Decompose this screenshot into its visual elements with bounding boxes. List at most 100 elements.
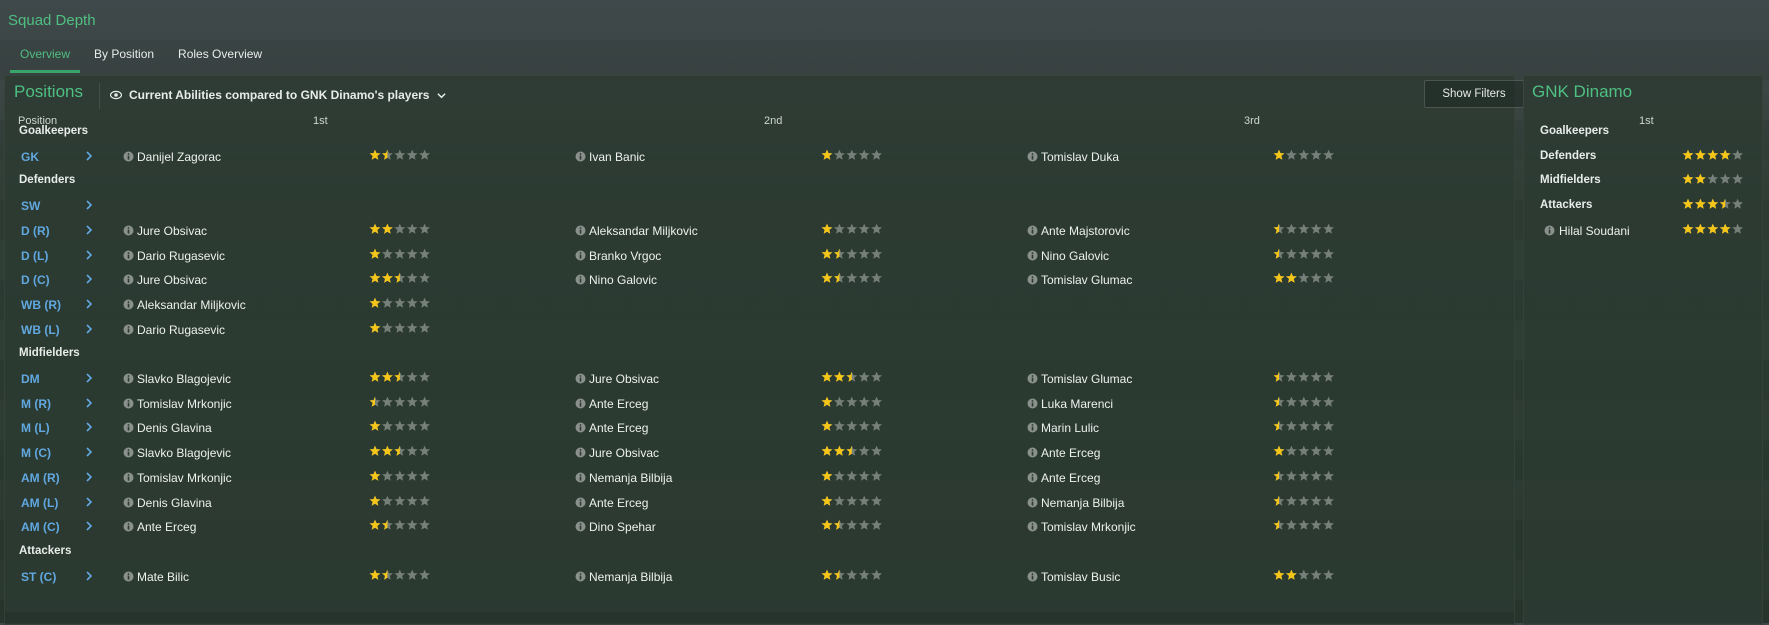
position-link[interactable]: AM (R) [21, 471, 60, 485]
player-name[interactable]: Ante Erceg [589, 496, 648, 510]
position-link[interactable]: ST (C) [21, 570, 56, 584]
info-icon[interactable] [1027, 250, 1038, 261]
player-name[interactable]: Dario Rugasevic [137, 323, 225, 337]
info-icon[interactable] [123, 447, 134, 458]
info-icon[interactable] [123, 299, 134, 310]
player-name[interactable]: Ante Erceg [1041, 471, 1100, 485]
position-link[interactable]: AM (C) [21, 520, 60, 534]
info-icon[interactable] [1027, 472, 1038, 483]
position-link[interactable]: M (L) [21, 421, 50, 435]
info-icon[interactable] [123, 151, 134, 162]
info-icon[interactable] [123, 324, 134, 335]
player-name[interactable]: Branko Vrgoc [589, 249, 661, 263]
info-icon[interactable] [575, 250, 586, 261]
chevron-right-icon[interactable] [85, 447, 93, 457]
tab-roles-overview[interactable]: Roles Overview [168, 46, 272, 70]
player-name[interactable]: Danijel Zagorac [137, 150, 221, 164]
player-name[interactable]: Nemanja Bilbija [589, 570, 672, 584]
position-link[interactable]: M (R) [21, 397, 51, 411]
player-name[interactable]: Nino Galovic [589, 273, 657, 287]
info-icon[interactable] [123, 422, 134, 433]
position-link[interactable]: M (C) [21, 446, 51, 460]
position-link[interactable]: WB (R) [21, 298, 61, 312]
info-icon[interactable] [575, 151, 586, 162]
chevron-right-icon[interactable] [85, 151, 93, 161]
info-icon[interactable] [1027, 447, 1038, 458]
chevron-right-icon[interactable] [85, 200, 93, 210]
chevron-right-icon[interactable] [85, 299, 93, 309]
chevron-right-icon[interactable] [85, 422, 93, 432]
info-icon[interactable] [1027, 373, 1038, 384]
info-icon[interactable] [123, 571, 134, 582]
info-icon[interactable] [1027, 274, 1038, 285]
player-name[interactable]: Dario Rugasevic [137, 249, 225, 263]
player-name[interactable]: Aleksandar Miljkovic [589, 224, 698, 238]
position-link[interactable]: SW [21, 199, 40, 213]
position-link[interactable]: AM (L) [21, 496, 58, 510]
player-name[interactable]: Nemanja Bilbija [1041, 496, 1124, 510]
chevron-right-icon[interactable] [85, 398, 93, 408]
position-link[interactable]: DM [21, 372, 40, 386]
player-name[interactable]: Jure Obsivac [589, 446, 659, 460]
player-name[interactable]: Jure Obsivac [589, 372, 659, 386]
info-icon[interactable] [1027, 497, 1038, 508]
position-link[interactable]: D (L) [21, 249, 48, 263]
chevron-right-icon[interactable] [85, 274, 93, 284]
info-icon[interactable] [575, 472, 586, 483]
info-icon[interactable] [1027, 521, 1038, 532]
player-name[interactable]: Ante Majstorovic [1041, 224, 1130, 238]
chevron-right-icon[interactable] [85, 324, 93, 334]
player-name[interactable]: Slavko Blagojevic [137, 372, 231, 386]
show-filters-button[interactable]: Show Filters [1424, 80, 1524, 108]
player-name[interactable]: Ante Erceg [589, 397, 648, 411]
player-name[interactable]: Marin Lulic [1041, 421, 1099, 435]
player-name[interactable]: Nino Galovic [1041, 249, 1109, 263]
position-link[interactable]: D (C) [21, 273, 50, 287]
player-name[interactable]: Tomislav Mrkonjic [137, 471, 232, 485]
player-name[interactable]: Slavko Blagojevic [137, 446, 231, 460]
comparison-dropdown[interactable]: Current Abilities compared to GNK Dinamo… [110, 88, 447, 102]
chevron-right-icon[interactable] [85, 496, 93, 507]
info-icon[interactable] [575, 521, 586, 532]
info-icon[interactable] [1027, 422, 1038, 433]
chevron-right-icon[interactable] [85, 472, 93, 482]
player-name[interactable]: Hilal Soudani [1559, 224, 1630, 238]
info-icon[interactable] [123, 472, 134, 483]
info-icon[interactable] [123, 497, 134, 508]
info-icon[interactable] [123, 274, 134, 285]
info-icon[interactable] [1027, 398, 1038, 409]
chevron-right-icon[interactable] [85, 225, 93, 235]
player-name[interactable]: Mate Bilic [137, 570, 189, 584]
info-icon[interactable] [575, 225, 586, 236]
info-icon[interactable] [1027, 151, 1038, 162]
info-icon[interactable] [575, 373, 586, 384]
chevron-right-icon[interactable] [85, 571, 93, 581]
player-name[interactable]: Dino Spehar [589, 520, 656, 534]
info-icon[interactable] [123, 373, 134, 384]
info-icon[interactable] [575, 422, 586, 433]
player-name[interactable]: Ante Erceg [1041, 446, 1100, 460]
position-link[interactable]: GK [21, 150, 39, 164]
player-name[interactable]: Jure Obsivac [137, 224, 207, 238]
player-name[interactable]: Tomislav Glumac [1041, 372, 1132, 386]
player-name[interactable]: Denis Glavina [137, 421, 212, 435]
player-name[interactable]: Tomislav Duka [1041, 150, 1119, 164]
player-name[interactable]: Nemanja Bilbija [589, 471, 672, 485]
player-name[interactable]: Aleksandar Miljkovic [137, 298, 246, 312]
player-name[interactable]: Luka Marenci [1041, 397, 1113, 411]
tab-by-position[interactable]: By Position [84, 46, 164, 70]
info-icon[interactable] [123, 225, 134, 236]
info-icon[interactable] [575, 497, 586, 508]
tab-overview[interactable]: Overview [10, 46, 81, 73]
player-name[interactable]: Tomislav Glumac [1041, 273, 1132, 287]
info-icon[interactable] [123, 521, 134, 532]
info-icon[interactable] [123, 250, 134, 261]
player-name[interactable]: Ante Erceg [137, 520, 196, 534]
chevron-right-icon[interactable] [85, 521, 93, 531]
player-name[interactable]: Denis Glavina [137, 496, 212, 510]
player-name[interactable]: Tomislav Busic [1041, 570, 1120, 584]
position-link[interactable]: WB (L) [21, 323, 60, 337]
player-name[interactable]: Jure Obsivac [137, 273, 207, 287]
info-icon[interactable] [1027, 571, 1038, 582]
player-name[interactable]: Ante Erceg [589, 421, 648, 435]
